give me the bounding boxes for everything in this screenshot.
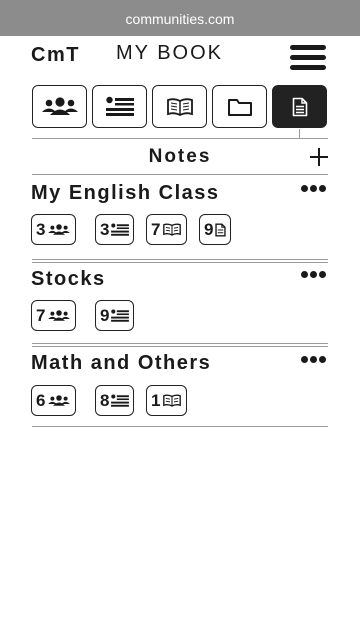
book-icon xyxy=(163,394,182,407)
count-chip-people[interactable]: 6 xyxy=(31,385,77,416)
chip-count: 9 xyxy=(204,219,214,239)
note-icon xyxy=(292,97,307,116)
chip-count: 3 xyxy=(100,219,110,239)
count-chip-people[interactable]: 7 xyxy=(31,300,77,331)
count-chip-book[interactable]: 7 xyxy=(146,214,188,245)
chip-count: 7 xyxy=(151,219,161,239)
tab-list[interactable] xyxy=(92,85,147,128)
list-icon xyxy=(111,223,130,236)
count-chip-book[interactable]: 1 xyxy=(146,385,188,416)
group-name[interactable]: My English Class xyxy=(31,182,220,205)
divider xyxy=(32,343,328,344)
people-icon xyxy=(48,309,71,321)
list-icon xyxy=(111,394,130,407)
hamburger-menu-icon[interactable] xyxy=(288,44,328,74)
brand-logo: CmT xyxy=(31,44,80,66)
folder-icon xyxy=(227,98,252,116)
count-chip-notes[interactable]: 9 xyxy=(199,214,232,245)
divider xyxy=(32,174,328,175)
count-chip-list[interactable]: 9 xyxy=(95,300,135,331)
divider xyxy=(32,426,328,427)
page-title: MY BOOK xyxy=(116,42,223,64)
tab-notes[interactable] xyxy=(272,85,327,128)
chip-count: 9 xyxy=(100,305,110,325)
people-icon xyxy=(48,223,71,235)
people-icon xyxy=(48,394,71,406)
book-icon xyxy=(163,223,182,236)
divider xyxy=(32,259,328,260)
more-options-icon[interactable] xyxy=(301,184,327,192)
group-name[interactable]: Math and Others xyxy=(31,352,211,375)
tab-book[interactable] xyxy=(152,85,207,128)
people-icon xyxy=(41,96,78,115)
count-chip-list[interactable]: 8 xyxy=(95,385,135,416)
more-options-icon[interactable] xyxy=(301,270,327,278)
chip-count: 7 xyxy=(36,305,46,325)
plus-icon[interactable] xyxy=(310,148,328,166)
url-bar[interactable]: communities.com xyxy=(0,0,360,36)
chip-count: 8 xyxy=(100,390,110,410)
chip-count: 1 xyxy=(151,390,161,410)
list-icon xyxy=(105,96,134,116)
section-title: Notes xyxy=(148,146,212,167)
divider xyxy=(32,138,328,139)
note-icon xyxy=(215,222,227,237)
book-icon xyxy=(166,97,193,116)
list-icon xyxy=(111,309,130,322)
chip-count: 3 xyxy=(36,219,46,239)
chip-count: 6 xyxy=(36,390,46,410)
tab-people[interactable] xyxy=(32,85,87,128)
divider xyxy=(32,346,328,347)
more-options-icon[interactable] xyxy=(301,355,327,363)
tab-folder[interactable] xyxy=(212,85,267,128)
count-chip-people[interactable]: 3 xyxy=(31,214,77,245)
tab-indicator xyxy=(299,129,300,138)
count-chip-list[interactable]: 3 xyxy=(95,214,135,245)
divider xyxy=(32,262,328,263)
group-name[interactable]: Stocks xyxy=(31,268,106,291)
